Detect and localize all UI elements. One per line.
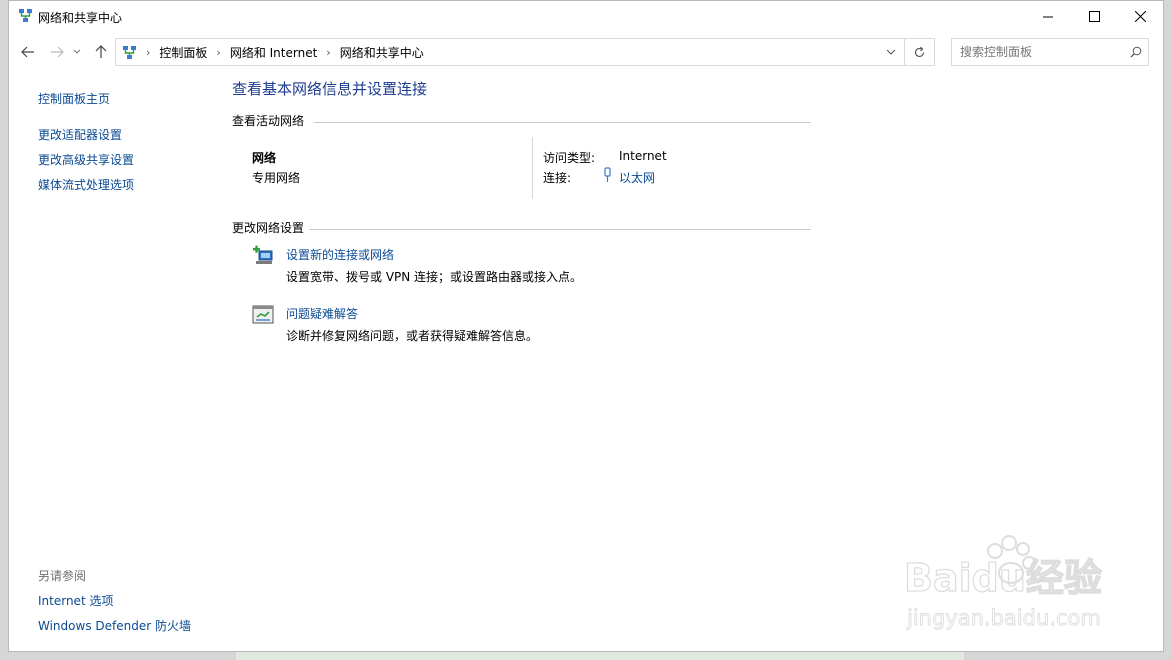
change-adapter-settings-link[interactable]: 更改适配器设置 (38, 126, 122, 143)
see-also-title: 另请参阅 (38, 569, 87, 583)
ethernet-link[interactable]: 以太网 (619, 169, 655, 186)
maximize-icon (1088, 11, 1100, 22)
network-name: 网络 (252, 151, 277, 165)
access-type-value: Internet (619, 149, 667, 163)
divider (532, 137, 533, 199)
setup-new-connection-link[interactable]: 设置新的连接或网络 (286, 246, 394, 263)
new-connection-icon (253, 245, 273, 264)
chevron-down-icon (886, 49, 896, 55)
network-center-icon (19, 9, 32, 22)
change-advanced-sharing-link[interactable]: 更改高级共享设置 (38, 151, 134, 168)
divider (314, 122, 811, 123)
active-networks-title: 查看活动网络 (232, 114, 305, 128)
close-icon (1134, 11, 1146, 22)
chevron-right-icon[interactable]: › (216, 46, 220, 59)
troubleshoot-desc: 诊断并修复网络问题，或者获得疑难解答信息。 (286, 329, 539, 343)
crumb-network-center[interactable]: 网络和共享中心 (340, 44, 424, 61)
search-box[interactable] (951, 38, 1149, 66)
network-category: 专用网络 (252, 171, 301, 185)
refresh-button[interactable] (905, 38, 935, 66)
troubleshoot-icon (252, 305, 274, 324)
media-streaming-options-link[interactable]: 媒体流式处理选项 (38, 176, 134, 193)
navigation-bar: › 控制面板 › 网络和 Internet › 网络和共享中心 (9, 36, 1163, 68)
page-title: 查看基本网络信息并设置连接 (232, 80, 428, 98)
close-button[interactable] (1117, 1, 1163, 32)
back-button[interactable] (17, 42, 39, 62)
chevron-right-icon[interactable]: › (326, 46, 330, 59)
title-bar: 网络和共享中心 (9, 1, 1163, 32)
setup-new-connection-desc: 设置宽带、拨号或 VPN 连接；或设置路由器或接入点。 (286, 270, 583, 284)
connections-label: 连接: (543, 171, 572, 185)
minimize-icon (1042, 16, 1053, 18)
control-panel-icon (123, 45, 136, 59)
ethernet-icon (604, 167, 611, 182)
divider (309, 229, 811, 230)
background-strip (236, 652, 964, 660)
search-input[interactable] (952, 44, 1124, 60)
address-bar[interactable]: › 控制面板 › 网络和 Internet › 网络和共享中心 (115, 38, 905, 66)
explorer-window: 网络和共享中心 › 控制面板 › 网络和 Internet › 网络和共享中心 … (8, 0, 1164, 652)
minimize-button[interactable] (1025, 1, 1071, 32)
refresh-icon (914, 46, 925, 57)
baidu-watermark: Baidu经验 jingyan.baidu.com (903, 535, 1103, 630)
windows-defender-firewall-link[interactable]: Windows Defender 防火墙 (38, 617, 191, 634)
crumb-control-panel[interactable]: 控制面板 (159, 44, 207, 61)
chevron-right-icon[interactable]: › (146, 46, 150, 59)
search-icon[interactable] (1124, 46, 1148, 58)
chevron-down-icon (73, 49, 81, 54)
arrow-right-icon (51, 46, 64, 58)
access-type-label: 访问类型: (543, 151, 596, 165)
change-settings-title: 更改网络设置 (232, 221, 305, 235)
breadcrumb: › 控制面板 › 网络和 Internet › 网络和共享中心 (116, 44, 878, 61)
internet-options-link[interactable]: Internet 选项 (38, 592, 113, 609)
window-title: 网络和共享中心 (38, 11, 123, 25)
watermark-brand: Baidu经验 (904, 556, 1102, 600)
up-button[interactable] (90, 42, 112, 62)
recent-locations-button[interactable] (70, 42, 84, 62)
troubleshoot-link[interactable]: 问题疑难解答 (286, 305, 358, 322)
control-panel-home-link[interactable]: 控制面板主页 (38, 90, 110, 107)
crumb-network-internet[interactable]: 网络和 Internet (230, 44, 317, 61)
address-dropdown-button[interactable] (878, 39, 904, 65)
watermark-url: jingyan.baidu.com (906, 606, 1101, 630)
arrow-left-icon (21, 46, 34, 58)
maximize-button[interactable] (1071, 1, 1117, 32)
forward-button[interactable] (46, 42, 68, 62)
arrow-up-icon (95, 45, 107, 58)
